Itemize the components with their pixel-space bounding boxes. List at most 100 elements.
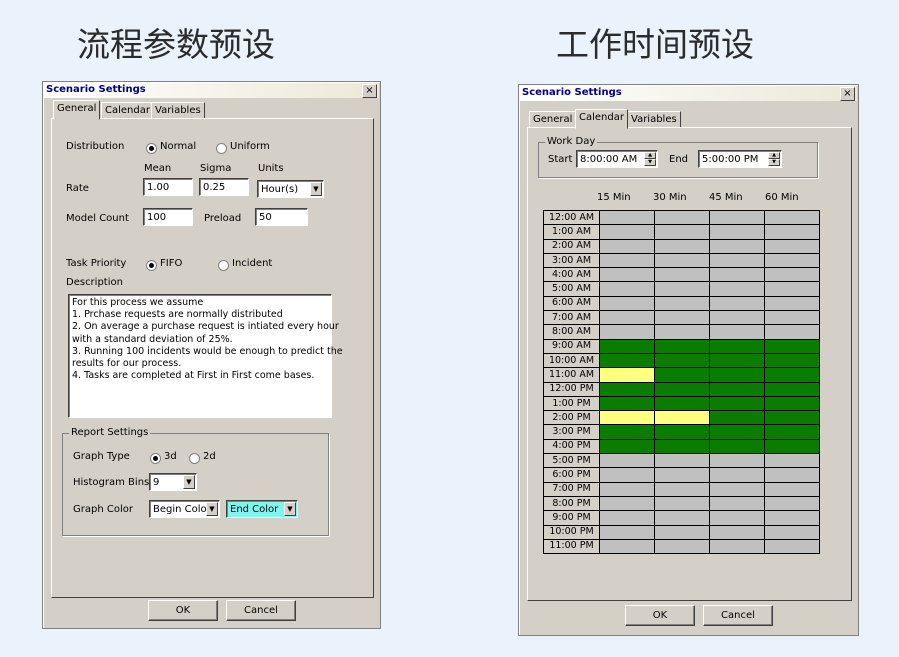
calendar-cell-working[interactable] (599, 395, 655, 412)
calendar-cell-off[interactable] (654, 453, 710, 469)
histogram-bins-select[interactable]: 9 ▼ (149, 473, 197, 491)
ok-button[interactable]: OK (148, 600, 218, 621)
calendar-cell-working[interactable] (764, 410, 820, 426)
chevron-down-icon[interactable]: ▼ (206, 502, 218, 516)
calendar-cell-off[interactable] (654, 224, 710, 240)
graph-type-3d-radio[interactable] (150, 453, 161, 464)
start-time-input[interactable]: 8:00:00 AM ▲ ▼ (576, 150, 658, 168)
calendar-cell-off[interactable] (709, 481, 765, 497)
calendar-cell-working[interactable] (654, 352, 710, 369)
calendar-cell-off[interactable] (599, 238, 655, 254)
calendar-cell-working[interactable] (599, 424, 655, 440)
calendar-cell-working[interactable] (764, 381, 820, 397)
calendar-cell-off[interactable] (654, 295, 710, 312)
calendar-cell-highlight[interactable] (654, 410, 710, 426)
calendar-cell-off[interactable] (654, 538, 710, 555)
units-select[interactable]: Hour(s) ▼ (257, 180, 324, 198)
tab-variables[interactable]: Variables (151, 102, 205, 119)
model-count-input[interactable]: 100 (143, 208, 193, 226)
calendar-cell-off[interactable] (709, 281, 765, 297)
calendar-cell-working[interactable] (764, 395, 820, 412)
calendar-cell-working[interactable] (764, 352, 820, 369)
chevron-down-icon[interactable]: ▼ (310, 182, 322, 196)
calendar-cell-working[interactable] (709, 410, 765, 426)
begin-color-select[interactable]: Begin Color ▼ (149, 500, 220, 518)
calendar-cell-off[interactable] (599, 481, 655, 497)
calendar-cell-highlight[interactable] (599, 410, 655, 426)
preload-input[interactable]: 50 (255, 208, 308, 226)
calendar-cell-off[interactable] (764, 467, 820, 483)
calendar-cell-off[interactable] (709, 267, 765, 283)
calendar-cell-off[interactable] (764, 324, 820, 340)
calendar-cell-working[interactable] (709, 352, 765, 369)
calendar-cell-off[interactable] (654, 481, 710, 497)
calendar-cell-off[interactable] (599, 224, 655, 240)
calendar-cell-off[interactable] (764, 224, 820, 240)
calendar-cell-off[interactable] (599, 495, 655, 512)
calendar-cell-highlight[interactable] (599, 367, 655, 383)
calendar-cell-working[interactable] (709, 367, 765, 383)
calendar-cell-off[interactable] (654, 324, 710, 340)
chevron-down-icon[interactable]: ▼ (183, 475, 195, 489)
calendar-cell-off[interactable] (764, 481, 820, 497)
calendar-cell-working[interactable] (654, 367, 710, 383)
end-color-select[interactable]: End Color ▼ (226, 500, 298, 518)
calendar-cell-off[interactable] (599, 209, 655, 226)
calendar-cell-working[interactable] (709, 395, 765, 412)
calendar-cell-off[interactable] (764, 267, 820, 283)
calendar-cell-working[interactable] (599, 381, 655, 397)
calendar-cell-off[interactable] (709, 524, 765, 540)
calendar-cell-off[interactable] (599, 510, 655, 526)
calendar-cell-off[interactable] (654, 252, 710, 269)
calendar-cell-off[interactable] (764, 310, 820, 326)
distribution-uniform-radio[interactable] (216, 143, 227, 154)
calendar-cell-off[interactable] (709, 510, 765, 526)
distribution-normal-radio[interactable] (146, 143, 157, 154)
calendar-cell-off[interactable] (599, 281, 655, 297)
calendar-cell-off[interactable] (764, 252, 820, 269)
calendar-cell-off[interactable] (764, 238, 820, 254)
calendar-cell-working[interactable] (654, 338, 710, 354)
calendar-cell-off[interactable] (709, 238, 765, 254)
calendar-cell-working[interactable] (654, 381, 710, 397)
calendar-cell-working[interactable] (709, 424, 765, 440)
calendar-cell-working[interactable] (764, 367, 820, 383)
calendar-cell-off[interactable] (654, 310, 710, 326)
close-icon[interactable]: × (840, 87, 855, 101)
calendar-cell-working[interactable] (764, 424, 820, 440)
start-spinner[interactable]: ▲ ▼ (644, 152, 656, 166)
chevron-down-icon[interactable]: ▼ (284, 502, 296, 516)
calendar-cell-working[interactable] (709, 338, 765, 354)
calendar-cell-off[interactable] (709, 295, 765, 312)
ok-button[interactable]: OK (625, 605, 695, 626)
calendar-cell-off[interactable] (654, 524, 710, 540)
rate-sigma-input[interactable]: 0.25 (199, 178, 249, 196)
end-time-input[interactable]: 5:00:00 PM ▲ ▼ (698, 150, 782, 168)
calendar-cell-off[interactable] (764, 538, 820, 555)
calendar-cell-working[interactable] (599, 352, 655, 369)
calendar-cell-off[interactable] (764, 295, 820, 312)
cancel-button[interactable]: Cancel (703, 605, 773, 626)
calendar-cell-off[interactable] (709, 453, 765, 469)
calendar-cell-off[interactable] (709, 209, 765, 226)
calendar-cell-working[interactable] (599, 438, 655, 455)
tab-general[interactable]: General (529, 111, 577, 128)
priority-fifo-radio[interactable] (146, 260, 157, 271)
calendar-cell-working[interactable] (764, 438, 820, 455)
calendar-cell-off[interactable] (764, 453, 820, 469)
cancel-button[interactable]: Cancel (226, 600, 296, 621)
calendar-cell-off[interactable] (654, 209, 710, 226)
calendar-cell-off[interactable] (709, 538, 765, 555)
calendar-cell-off[interactable] (764, 524, 820, 540)
calendar-cell-working[interactable] (599, 338, 655, 354)
end-spinner[interactable]: ▲ ▼ (768, 152, 780, 166)
calendar-cell-working[interactable] (709, 438, 765, 455)
tab-calendar[interactable]: Calendar (101, 102, 154, 119)
calendar-cell-off[interactable] (599, 453, 655, 469)
graph-type-2d-radio[interactable] (189, 453, 200, 464)
tab-calendar[interactable]: Calendar (575, 109, 628, 129)
calendar-cell-off[interactable] (599, 267, 655, 283)
calendar-cell-off[interactable] (599, 538, 655, 555)
calendar-cell-off[interactable] (764, 281, 820, 297)
calendar-cell-working[interactable] (709, 381, 765, 397)
